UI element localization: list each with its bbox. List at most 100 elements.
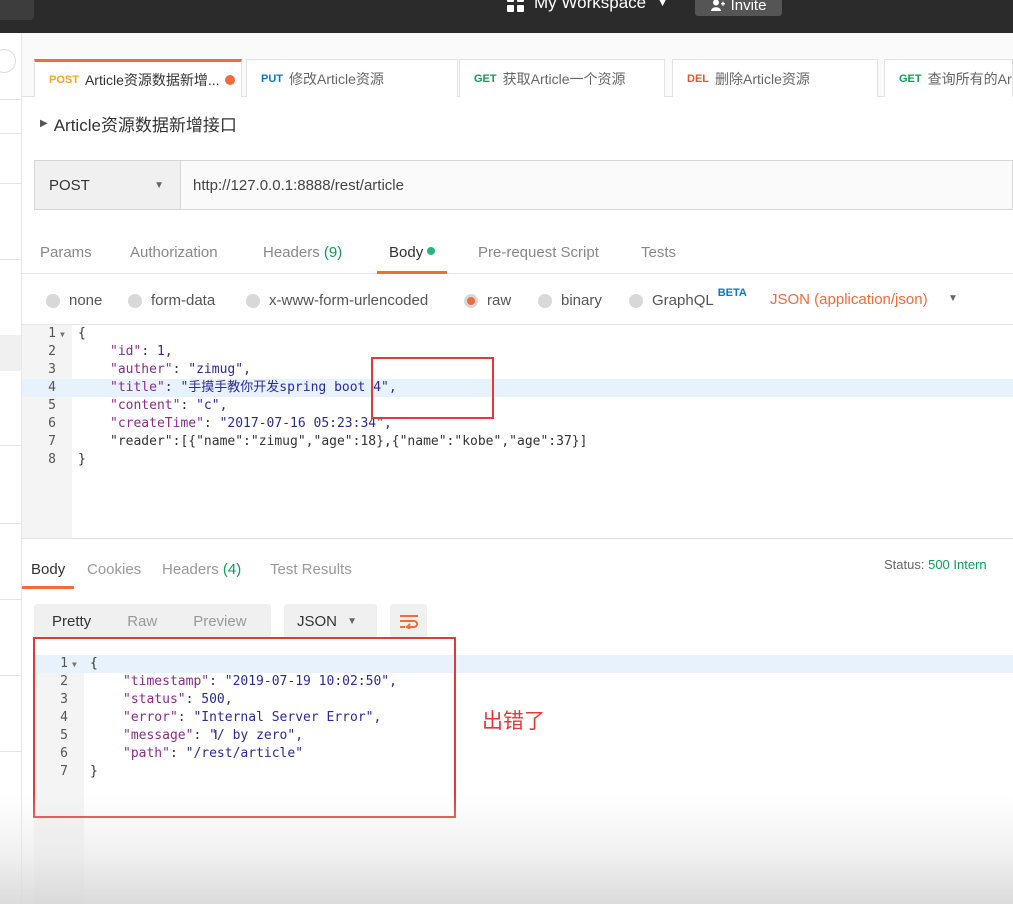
line-number: 5 <box>48 398 56 413</box>
radio-form-data[interactable]: form-data <box>128 292 215 309</box>
caret-down-icon[interactable]: ▼ <box>948 293 958 304</box>
tab-test-results[interactable]: Test Results <box>270 561 352 589</box>
tab-params[interactable]: Params <box>40 244 92 274</box>
request-body-editor[interactable]: 1 ▼ 2 3 4 5 6 7 8 { "id": 1, "auther": "… <box>22 325 1013 538</box>
radio-graphql[interactable]: GraphQL BETA <box>629 287 747 309</box>
sidebar-circle-button[interactable] <box>0 49 16 73</box>
radio-circle-icon <box>246 293 260 308</box>
tab-body[interactable]: Body <box>377 244 448 274</box>
url-bar: POST ▼ http://127.0.0.1:8888/rest/articl… <box>34 160 1013 210</box>
unsaved-dot-icon <box>225 75 235 85</box>
code-line: "auther": "zimug", <box>110 362 251 377</box>
view-pretty-button[interactable]: Pretty <box>34 613 109 630</box>
code-line: { <box>78 326 86 341</box>
view-raw-button[interactable]: Raw <box>109 613 175 630</box>
tab-label: 获取Article一个资源 <box>502 70 626 87</box>
headers-count: (4) <box>222 561 242 578</box>
tab-get-article-one[interactable]: GET 获取Article一个资源 <box>459 59 665 97</box>
radio-raw[interactable]: raw <box>464 292 511 309</box>
line-number: 8 <box>48 452 56 467</box>
tab-response-body[interactable]: Body <box>22 561 75 589</box>
workspace-selector[interactable]: My Workspace ▼ <box>507 0 668 13</box>
tab-body-label: Body <box>389 244 424 261</box>
tab-headers[interactable]: Headers (9) <box>263 244 342 274</box>
tab-cookies[interactable]: Cookies <box>87 561 141 589</box>
wrap-lines-button[interactable] <box>390 604 427 638</box>
code-line: "reader":[{"name":"zimug","age":18},{"na… <box>110 434 588 449</box>
tab-authorization[interactable]: Authorization <box>130 244 218 274</box>
status-value: 500 Intern <box>928 557 987 572</box>
radio-circle-icon <box>538 293 552 308</box>
content-type-select[interactable]: JSON (application/json) <box>770 291 928 308</box>
radio-selected-icon <box>464 293 478 308</box>
tab-del-article[interactable]: DEL 删除Article资源 <box>672 59 878 97</box>
tab-label: Article资源数据新增... <box>84 71 220 88</box>
response-status: Status: 500 Intern <box>884 557 987 572</box>
radio-circle-icon <box>629 293 643 308</box>
radio-label: raw <box>487 292 512 309</box>
radio-binary[interactable]: binary <box>538 292 602 309</box>
line-number: 2 <box>48 344 56 359</box>
tab-post-article-create[interactable]: POST Article资源数据新增... <box>34 59 242 97</box>
code-line: "id": 1, <box>110 344 173 359</box>
caret-down-icon: ▼ <box>657 0 668 9</box>
annotation-red-box <box>371 357 494 419</box>
method-badge: GET <box>899 72 922 85</box>
add-user-icon <box>710 0 725 11</box>
code-line: } <box>78 452 86 467</box>
method-select[interactable]: POST ▼ <box>35 161 181 209</box>
method-value: POST <box>49 176 90 194</box>
radio-label: x-www-form-urlencoded <box>269 292 429 309</box>
radio-label: form-data <box>151 292 216 309</box>
tab-get-article-all[interactable]: GET 查询所有的Art <box>884 59 1013 97</box>
request-subtabs: Params Authorization Headers (9) Body Pr… <box>22 232 1013 274</box>
expand-triangle-icon: ▶ <box>40 118 48 129</box>
line-number: 1 <box>48 326 56 341</box>
tab-tests[interactable]: Tests <box>641 244 676 274</box>
radio-circle-icon <box>46 293 60 308</box>
caret-down-icon: ▼ <box>154 179 164 191</box>
workspace-label: My Workspace <box>534 0 647 12</box>
method-badge: PUT <box>261 72 283 85</box>
tab-label: 查询所有的Art <box>927 70 1013 87</box>
body-type-selector: none form-data x-www-form-urlencoded raw… <box>22 275 1013 325</box>
format-value: JSON <box>297 612 338 630</box>
tab-headers-label: Headers <box>263 244 320 261</box>
url-input[interactable]: http://127.0.0.1:8888/rest/article <box>181 161 1012 209</box>
code-line: "content": "c", <box>110 398 228 413</box>
code-line: "createTime": "2017-07-16 05:23:34", <box>110 416 392 431</box>
status-label: Status: <box>884 557 925 572</box>
method-badge: GET <box>474 72 497 85</box>
view-preview-button[interactable]: Preview <box>175 613 264 630</box>
radio-label: binary <box>561 292 602 309</box>
radio-label: GraphQL <box>652 292 714 309</box>
code-line: "title": "手摸手教你开发spring boot 4", <box>110 380 397 395</box>
invite-button[interactable]: Invite <box>695 0 782 16</box>
method-badge: POST <box>49 73 79 86</box>
tab-response-headers[interactable]: Headers (4) <box>162 561 241 589</box>
request-name-label: Article资源数据新增接口 <box>53 116 237 135</box>
tab-label: Headers <box>162 561 219 578</box>
sidebar-collapsed <box>0 33 22 904</box>
beta-badge: BETA <box>717 286 747 299</box>
top-bar: My Workspace ▼ Invite <box>0 0 1013 33</box>
format-select[interactable]: JSON ▼ <box>284 604 377 638</box>
top-left-button[interactable] <box>0 0 34 20</box>
tab-put-article-update[interactable]: PUT 修改Article资源 <box>246 59 458 97</box>
tab-label: 删除Article资源 <box>715 70 810 87</box>
request-name[interactable]: ▶ Article资源数据新增接口 <box>40 111 237 136</box>
fold-arrow-icon[interactable]: ▼ <box>60 330 65 339</box>
body-dot-icon <box>427 247 436 255</box>
view-mode-group: Pretty Raw Preview <box>34 604 271 638</box>
request-tab-bar: POST Article资源数据新增... PUT 修改Article资源 GE… <box>22 33 1013 97</box>
caret-down-icon: ▼ <box>347 615 357 627</box>
radio-label: none <box>69 292 103 309</box>
sidebar-selected-item[interactable] <box>0 335 21 371</box>
invite-label: Invite <box>730 0 767 14</box>
radio-urlencoded[interactable]: x-www-form-urlencoded <box>246 292 428 309</box>
radio-none[interactable]: none <box>46 292 102 309</box>
line-number: 7 <box>48 434 56 449</box>
wrap-lines-icon <box>399 615 418 629</box>
annotation-red-box <box>33 637 456 818</box>
tab-prerequest-script[interactable]: Pre-request Script <box>478 244 599 274</box>
